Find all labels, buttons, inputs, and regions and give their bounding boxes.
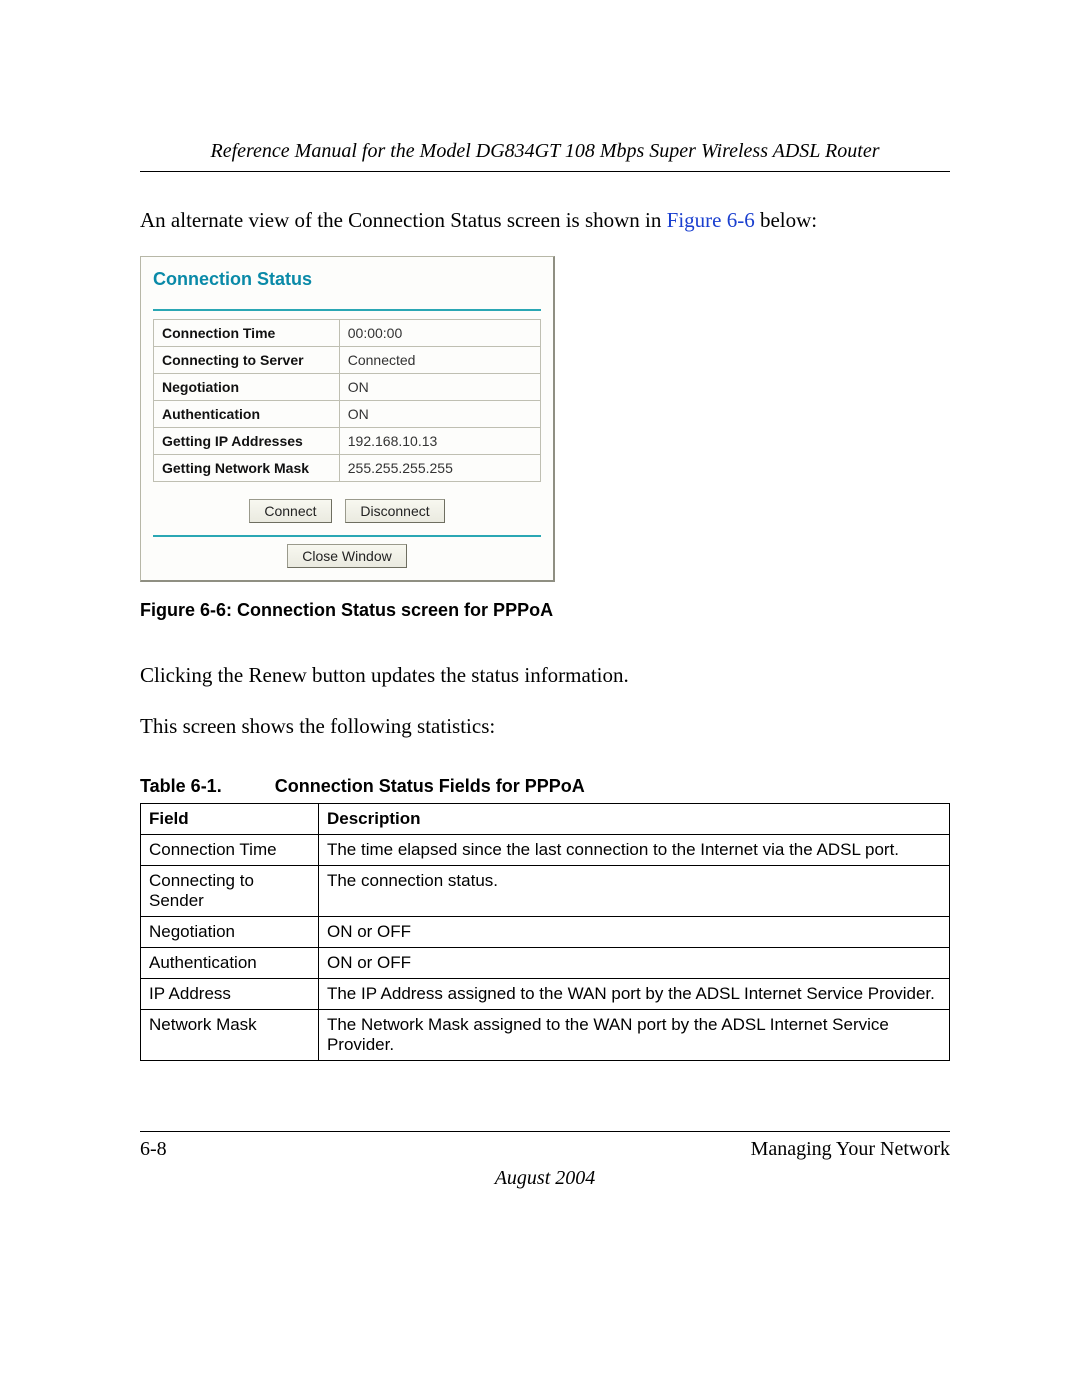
status-row: Authentication ON [154, 401, 541, 428]
body-paragraph-2: This screen shows the following statisti… [140, 712, 950, 740]
page-footer: 6-8 Managing Your Network [140, 1131, 950, 1161]
fields-table-desc: The time elapsed since the last connecti… [318, 835, 949, 866]
table-caption-number: Table 6-1. [140, 776, 270, 797]
table-caption-title: Connection Status Fields for PPPoA [275, 776, 585, 796]
manual-page: Reference Manual for the Model DG834GT 1… [0, 0, 1080, 1397]
panel-title: Connection Status [153, 269, 312, 289]
footer-section-title: Managing Your Network [751, 1138, 950, 1161]
page-header: Reference Manual for the Model DG834GT 1… [140, 140, 950, 172]
fields-table-row: Connection Time The time elapsed since t… [141, 835, 950, 866]
figure-caption: Figure 6-6: Connection Status screen for… [140, 600, 950, 621]
status-row: Negotiation ON [154, 374, 541, 401]
fields-table-row: Authentication ON or OFF [141, 948, 950, 979]
fields-table: Field Description Connection Time The ti… [140, 803, 950, 1061]
status-label: Getting Network Mask [154, 455, 340, 482]
body-paragraph-1: Clicking the Renew button updates the st… [140, 661, 950, 689]
connection-status-panel: Connection Status Connection Time 00:00:… [140, 256, 555, 582]
fields-table-field: Negotiation [141, 917, 319, 948]
status-value: 192.168.10.13 [339, 428, 540, 455]
connection-status-table: Connection Time 00:00:00 Connecting to S… [153, 319, 541, 482]
status-label: Negotiation [154, 374, 340, 401]
footer-page-number: 6-8 [140, 1138, 167, 1161]
fields-table-field: Authentication [141, 948, 319, 979]
intro-paragraph: An alternate view of the Connection Stat… [140, 206, 950, 234]
table-caption: Table 6-1. Connection Status Fields for … [140, 776, 950, 797]
fields-table-desc: The Network Mask assigned to the WAN por… [318, 1010, 949, 1061]
fields-table-row: Negotiation ON or OFF [141, 917, 950, 948]
status-label: Getting IP Addresses [154, 428, 340, 455]
fields-table-header-description: Description [318, 804, 949, 835]
fields-table-row: Network Mask The Network Mask assigned t… [141, 1010, 950, 1061]
fields-table-desc: ON or OFF [318, 917, 949, 948]
figure-reference-link[interactable]: Figure 6-6 [667, 208, 755, 232]
fields-table-row: IP Address The IP Address assigned to th… [141, 979, 950, 1010]
status-row: Getting Network Mask 255.255.255.255 [154, 455, 541, 482]
status-row: Getting IP Addresses 192.168.10.13 [154, 428, 541, 455]
panel-divider [153, 309, 541, 311]
status-row: Connection Time 00:00:00 [154, 320, 541, 347]
panel-button-row-2: Close Window [141, 537, 553, 580]
fields-table-desc: ON or OFF [318, 948, 949, 979]
panel-button-row-1: Connect Disconnect [141, 492, 553, 535]
status-label: Connecting to Server [154, 347, 340, 374]
status-label: Connection Time [154, 320, 340, 347]
fields-table-field: Connecting to Sender [141, 866, 319, 917]
fields-table-row: Connecting to Sender The connection stat… [141, 866, 950, 917]
fields-table-field: Network Mask [141, 1010, 319, 1061]
fields-table-field: Connection Time [141, 835, 319, 866]
status-value: ON [339, 401, 540, 428]
status-value: Connected [339, 347, 540, 374]
fields-table-desc: The connection status. [318, 866, 949, 917]
status-value: 00:00:00 [339, 320, 540, 347]
status-label: Authentication [154, 401, 340, 428]
fields-table-desc: The IP Address assigned to the WAN port … [318, 979, 949, 1010]
fields-table-field: IP Address [141, 979, 319, 1010]
status-row: Connecting to Server Connected [154, 347, 541, 374]
status-value: 255.255.255.255 [339, 455, 540, 482]
intro-text-after: below: [755, 208, 817, 232]
disconnect-button[interactable]: Disconnect [345, 499, 444, 523]
close-window-button[interactable]: Close Window [287, 544, 406, 568]
panel-title-wrap: Connection Status [141, 257, 553, 309]
connect-button[interactable]: Connect [249, 499, 331, 523]
footer-date: August 2004 [140, 1167, 950, 1190]
status-value: ON [339, 374, 540, 401]
intro-text-before: An alternate view of the Connection Stat… [140, 208, 667, 232]
fields-table-header-field: Field [141, 804, 319, 835]
